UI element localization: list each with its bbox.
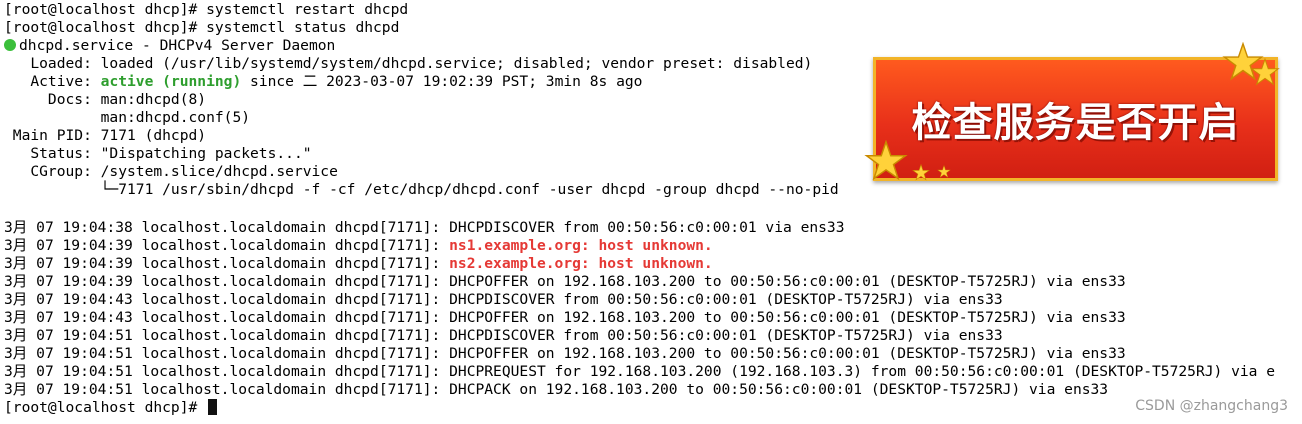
- log-prefix: 3月 07 19:04:51 localhost.localdomain dhc…: [4, 327, 450, 344]
- docs-line: Docs: man:dhcpd(8): [4, 91, 207, 108]
- log-message: DHCPOFFER on 192.168.103.200 to 00:50:56…: [449, 309, 1126, 326]
- main-pid-line: Main PID: 7171 (dhcpd): [4, 127, 207, 144]
- log-prefix: 3月 07 19:04:51 localhost.localdomain dhc…: [4, 381, 450, 398]
- log-message: DHCPDISCOVER from 00:50:56:c0:00:01 via …: [449, 219, 845, 236]
- service-title-line: dhcpd.service - DHCPv4 Server Daemon: [4, 37, 335, 55]
- annotation-banner: 检查服务是否开启: [873, 57, 1278, 181]
- loaded-line: Loaded: loaded (/usr/lib/systemd/system/…: [4, 55, 813, 72]
- log-line: 3月 07 19:04:51 localhost.localdomain dhc…: [4, 381, 1108, 399]
- log-message: DHCPACK on 192.168.103.200 to 00:50:56:c…: [449, 381, 1109, 398]
- gold-star-icon: [864, 140, 908, 181]
- log-message: DHCPDISCOVER from 00:50:56:c0:00:01 (DES…: [449, 327, 1003, 344]
- active-status: active (running): [100, 73, 242, 90]
- log-message: DHCPDISCOVER from 00:50:56:c0:00:01 (DES…: [449, 291, 1003, 308]
- active-label: Active:: [4, 73, 101, 90]
- log-line: 3月 07 19:04:38 localhost.localdomain dhc…: [4, 219, 845, 237]
- log-prefix: 3月 07 19:04:43 localhost.localdomain dhc…: [4, 309, 450, 326]
- log-line: 3月 07 19:04:39 localhost.localdomain dhc…: [4, 255, 713, 273]
- log-message: DHCPREQUEST for 192.168.103.200 (192.168…: [449, 363, 1276, 380]
- log-line: 3月 07 19:04:51 localhost.localdomain dhc…: [4, 363, 1275, 381]
- docs-line-2: man:dhcpd.conf(5): [4, 109, 251, 126]
- watermark: CSDN @zhangchang3: [1135, 398, 1288, 414]
- log-line: 3月 07 19:04:43 localhost.localdomain dhc…: [4, 291, 1003, 309]
- green-status-dot-icon: [4, 39, 16, 51]
- log-prefix: 3月 07 19:04:39 localhost.localdomain dhc…: [4, 237, 450, 254]
- log-prefix: 3月 07 19:04:38 localhost.localdomain dhc…: [4, 219, 450, 236]
- log-message: ns1.example.org: host unknown.: [449, 237, 713, 254]
- banner-text: 检查服务是否开启: [911, 100, 1240, 146]
- status-line: Status: "Dispatching packets...": [4, 145, 312, 162]
- cgroup-child-line: └─7171 /usr/sbin/dhcpd -f -cf /etc/dhcp/…: [4, 181, 839, 198]
- log-prefix: 3月 07 19:04:51 localhost.localdomain dhc…: [4, 363, 450, 380]
- cgroup-line: CGroup: /system.slice/dhcpd.service: [4, 163, 338, 180]
- cursor-icon: [208, 399, 218, 415]
- log-line: 3月 07 19:04:51 localhost.localdomain dhc…: [4, 327, 1003, 345]
- log-line: 3月 07 19:04:39 localhost.localdomain dhc…: [4, 237, 713, 255]
- log-line: 3月 07 19:04:51 localhost.localdomain dhc…: [4, 345, 1126, 363]
- log-prefix: 3月 07 19:04:39 localhost.localdomain dhc…: [4, 255, 450, 272]
- log-line: 3月 07 19:04:43 localhost.localdomain dhc…: [4, 309, 1126, 327]
- log-prefix: 3月 07 19:04:43 localhost.localdomain dhc…: [4, 291, 450, 308]
- log-prefix: 3月 07 19:04:39 localhost.localdomain dhc…: [4, 273, 450, 290]
- gold-star-icon: [937, 165, 951, 178]
- log-message: DHCPOFFER on 192.168.103.200 to 00:50:56…: [449, 273, 1126, 290]
- log-message: ns2.example.org: host unknown.: [449, 255, 713, 272]
- gold-star-icon: [1250, 58, 1280, 86]
- active-since: since 二 2023-03-07 19:02:39 PST; 3min 8s…: [241, 73, 643, 90]
- active-line: Active: active (running) since 二 2023-03…: [4, 73, 642, 91]
- service-title: dhcpd.service - DHCPv4 Server Daemon: [19, 37, 336, 54]
- prompt-line: [root@localhost dhcp]#: [4, 399, 218, 417]
- log-prefix: 3月 07 19:04:51 localhost.localdomain dhc…: [4, 345, 450, 362]
- log-line: 3月 07 19:04:39 localhost.localdomain dhc…: [4, 273, 1126, 291]
- command-status-line: [root@localhost dhcp]# systemctl status …: [4, 19, 400, 36]
- command-restart-line: [root@localhost dhcp]# systemctl restart…: [4, 1, 409, 18]
- log-message: DHCPOFFER on 192.168.103.200 to 00:50:56…: [449, 345, 1126, 362]
- gold-star-icon: [912, 164, 930, 181]
- prompt-text: [root@localhost dhcp]#: [4, 399, 207, 416]
